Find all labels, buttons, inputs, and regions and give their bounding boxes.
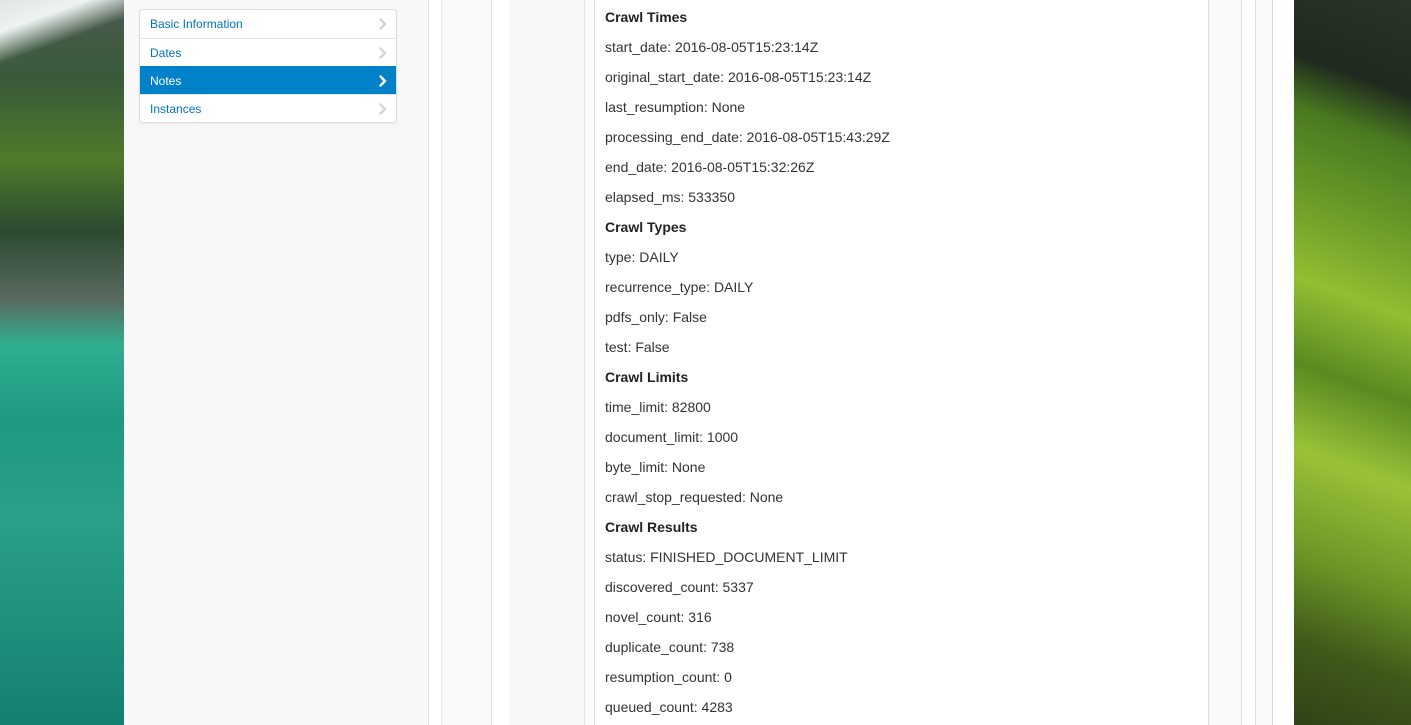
nested-column <box>429 0 441 725</box>
sidebar-item-dates[interactable]: Dates <box>140 38 396 66</box>
field-line: status: FINISHED_DOCUMENT_LIMIT <box>605 549 848 565</box>
sidebar-item-label: Basic Information <box>150 17 243 31</box>
sidebar-item-instances[interactable]: Instances <box>140 94 396 122</box>
sidebar-item-label: Instances <box>150 102 202 116</box>
field-line: resumption_count: 0 <box>605 669 732 685</box>
nested-column <box>442 0 491 725</box>
field-line: time_limit: 82800 <box>605 399 711 415</box>
nested-column <box>1256 0 1273 725</box>
field-line: processing_end_date: 2016-08-05T15:43:29… <box>605 129 890 145</box>
background-landscape-left <box>0 0 124 725</box>
field-line: last_resumption: None <box>605 99 746 115</box>
nested-column <box>1210 0 1242 725</box>
field-line: queued_count: 4283 <box>605 699 733 715</box>
section-heading: Crawl Types <box>605 219 687 235</box>
nested-column <box>1273 0 1294 725</box>
chevron-right-icon <box>378 39 388 67</box>
sidebar-nav: Basic Information Dates Notes Instances <box>139 9 397 123</box>
field-line: document_limit: 1000 <box>605 429 739 445</box>
nested-column <box>492 0 510 725</box>
field-line: novel_count: 316 <box>605 609 712 625</box>
field-line: recurrence_type: DAILY <box>605 279 754 295</box>
field-line: test: False <box>605 339 670 355</box>
sidebar-item-notes[interactable]: Notes <box>140 66 396 94</box>
field-line: elapsed_ms: 533350 <box>605 189 735 205</box>
nested-column <box>510 0 584 725</box>
sidebar-item-label: Dates <box>150 46 182 60</box>
field-line: original_start_date: 2016-08-05T15:23:14… <box>605 69 872 85</box>
chevron-right-icon <box>378 95 388 122</box>
section-heading: Crawl Results <box>605 519 698 535</box>
background-landscape-right <box>1294 0 1411 725</box>
section-heading: Crawl Times <box>605 9 688 25</box>
field-line: discovered_count: 5337 <box>605 579 754 595</box>
chevron-right-icon <box>378 67 388 95</box>
section-heading: Crawl Limits <box>605 369 689 385</box>
nested-column <box>1242 0 1256 725</box>
chevron-right-icon <box>378 10 388 38</box>
sidebar-item-label: Notes <box>150 74 182 88</box>
field-line: pdfs_only: False <box>605 309 707 325</box>
sidebar-item-basic-information[interactable]: Basic Information <box>140 10 396 38</box>
field-line: type: DAILY <box>605 249 679 265</box>
field-line: crawl_stop_requested: None <box>605 489 784 505</box>
field-line: end_date: 2016-08-05T15:32:26Z <box>605 159 815 175</box>
nested-column <box>585 0 594 725</box>
field-line: start_date: 2016-08-05T15:23:14Z <box>605 39 819 55</box>
field-line: duplicate_count: 738 <box>605 639 735 655</box>
field-line: byte_limit: None <box>605 459 706 475</box>
